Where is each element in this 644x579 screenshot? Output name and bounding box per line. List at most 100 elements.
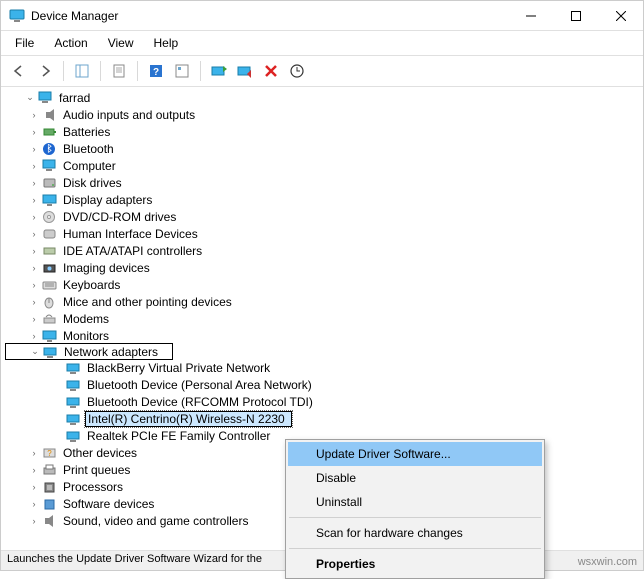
expand-icon[interactable]: › (27, 246, 41, 256)
category-label: DVD/CD-ROM drives (61, 210, 178, 224)
category-network-adapters[interactable]: ⌄ Network adapters (5, 343, 173, 360)
category-label: Print queues (61, 463, 132, 477)
disable-button[interactable] (233, 59, 257, 83)
update-driver-button[interactable] (207, 59, 231, 83)
adapter-item[interactable]: Intel(R) Centrino(R) Wireless-N 2230 (5, 410, 643, 427)
adapter-label: Realtek PCIe FE Family Controller (85, 429, 272, 443)
back-button[interactable] (7, 59, 31, 83)
category-pc[interactable]: ›Computer (5, 157, 643, 174)
minimize-button[interactable] (508, 1, 553, 31)
expand-icon[interactable]: › (27, 195, 41, 205)
category-label: Bluetooth (61, 142, 116, 156)
expand-icon[interactable]: › (27, 178, 41, 188)
category-label: Processors (61, 480, 125, 494)
category-audio[interactable]: › Audio inputs and outputs (5, 106, 643, 123)
properties-button[interactable] (107, 59, 131, 83)
category-kb[interactable]: ›Keyboards (5, 276, 643, 293)
adapter-label: BlackBerry Virtual Private Network (85, 361, 272, 375)
dvd-icon (41, 209, 59, 225)
adapter-label: Bluetooth Device (Personal Area Network) (85, 378, 314, 392)
print-icon (41, 462, 59, 478)
close-button[interactable] (598, 1, 643, 31)
ctx-uninstall[interactable]: Uninstall (288, 490, 542, 514)
hid-icon (41, 226, 59, 242)
maximize-button[interactable] (553, 1, 598, 31)
expand-icon[interactable]: › (27, 314, 41, 324)
separator (289, 517, 541, 518)
menu-help[interactable]: Help (146, 33, 187, 53)
root-node[interactable]: ⌄ farrad (5, 89, 643, 106)
show-hide-console-button[interactable] (70, 59, 94, 83)
category-modem[interactable]: ›Modems (5, 310, 643, 327)
category-bt[interactable]: › Bluetooth (5, 140, 643, 157)
expand-icon[interactable]: › (27, 127, 41, 137)
expand-icon[interactable]: › (27, 144, 41, 154)
titlebar: Device Manager (1, 1, 643, 31)
expand-icon[interactable]: › (27, 229, 41, 239)
category-label: Display adapters (61, 193, 154, 207)
separator (63, 61, 64, 81)
pc-icon (41, 158, 59, 174)
category-monitor[interactable]: ›Monitors (5, 327, 643, 344)
category-img[interactable]: › Imaging devices (5, 259, 643, 276)
kb-icon (41, 277, 59, 293)
expand-icon[interactable]: › (27, 331, 41, 341)
menu-action[interactable]: Action (46, 33, 95, 53)
category-label: Human Interface Devices (61, 227, 200, 241)
ctx-update-driver[interactable]: Update Driver Software... (288, 442, 542, 466)
adapter-item[interactable]: Bluetooth Device (RFCOMM Protocol TDI) (5, 393, 643, 410)
menu-view[interactable]: View (100, 33, 142, 53)
network-adapter-icon (65, 428, 83, 444)
adapter-label: Bluetooth Device (RFCOMM Protocol TDI) (85, 395, 315, 409)
disk-icon (41, 175, 59, 191)
battery-icon (41, 124, 59, 140)
adapter-item[interactable]: BlackBerry Virtual Private Network (5, 359, 643, 376)
category-display[interactable]: › Display adapters (5, 191, 643, 208)
help-button[interactable]: ? (144, 59, 168, 83)
category-label: Sound, video and game controllers (61, 514, 250, 528)
expand-icon[interactable]: › (27, 263, 41, 273)
category-label: Other devices (61, 446, 139, 460)
ctx-scan[interactable]: Scan for hardware changes (288, 521, 542, 545)
expand-icon[interactable]: › (27, 280, 41, 290)
category-ide[interactable]: › IDE ATA/ATAPI controllers (5, 242, 643, 259)
category-disk[interactable]: ›Disk drives (5, 174, 643, 191)
expand-icon[interactable]: › (27, 110, 41, 120)
forward-button[interactable] (33, 59, 57, 83)
ctx-disable[interactable]: Disable (288, 466, 542, 490)
app-icon (9, 8, 25, 24)
ctx-properties[interactable]: Properties (288, 552, 542, 576)
expand-icon[interactable]: › (27, 212, 41, 222)
category-dvd[interactable]: › DVD/CD-ROM drives (5, 208, 643, 225)
category-hid[interactable]: › Human Interface Devices (5, 225, 643, 242)
category-battery[interactable]: › Batteries (5, 123, 643, 140)
collapse-icon[interactable]: ⌄ (23, 92, 37, 103)
menu-file[interactable]: File (7, 33, 42, 53)
expand-icon[interactable]: › (27, 516, 41, 526)
category-label: IDE ATA/ATAPI controllers (61, 244, 204, 258)
expand-icon[interactable]: › (27, 465, 41, 475)
category-label: Mice and other pointing devices (61, 295, 234, 309)
window-title: Device Manager (31, 9, 508, 23)
category-label: Audio inputs and outputs (61, 108, 197, 122)
category-label: Batteries (61, 125, 112, 139)
expand-icon[interactable]: › (27, 297, 41, 307)
audio-icon (41, 107, 59, 123)
sound-icon (41, 513, 59, 529)
menubar: File Action View Help (1, 31, 643, 55)
uninstall-button[interactable] (259, 59, 283, 83)
collapse-icon[interactable]: ⌄ (28, 346, 42, 357)
action-center-button[interactable] (170, 59, 194, 83)
adapter-item[interactable]: Bluetooth Device (Personal Area Network) (5, 376, 643, 393)
category-label: Imaging devices (61, 261, 152, 275)
network-adapter-icon (65, 360, 83, 376)
scan-hardware-button[interactable] (285, 59, 309, 83)
expand-icon[interactable]: › (27, 448, 41, 458)
mouse-icon (41, 294, 59, 310)
separator (200, 61, 201, 81)
expand-icon[interactable]: › (27, 482, 41, 492)
expand-icon[interactable]: › (27, 499, 41, 509)
expand-icon[interactable]: › (27, 161, 41, 171)
category-mouse[interactable]: › Mice and other pointing devices (5, 293, 643, 310)
network-adapter-icon (65, 394, 83, 410)
